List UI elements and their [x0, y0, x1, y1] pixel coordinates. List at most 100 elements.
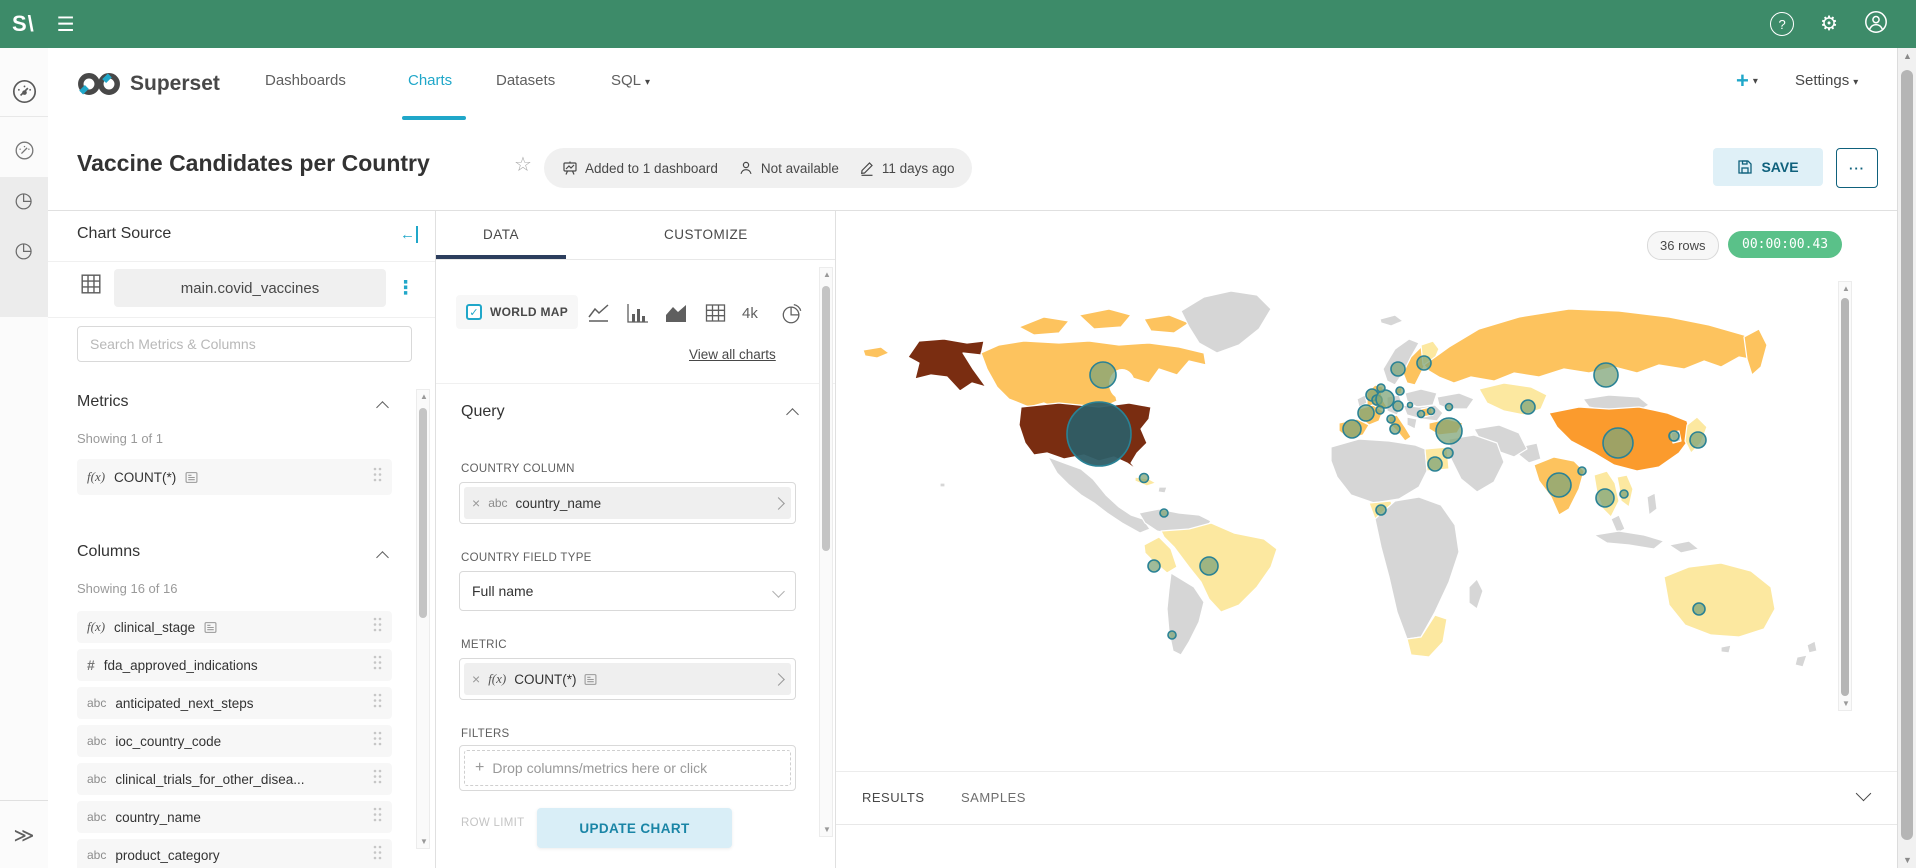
drag-handle-icon[interactable] [373, 807, 382, 827]
map-bubble[interactable] [1547, 473, 1571, 497]
chevron-up-icon[interactable] [786, 408, 799, 421]
map-bubble[interactable] [1603, 428, 1633, 458]
map-bubble[interactable] [1390, 424, 1400, 434]
scroll-down-arrow[interactable]: ▼ [820, 825, 834, 834]
last-modified-meta[interactable]: 11 days ago [859, 160, 955, 176]
map-bubble[interactable] [1443, 448, 1453, 458]
map-bubble[interactable] [1387, 415, 1395, 423]
map-country[interactable] [1479, 383, 1547, 415]
map-country[interactable] [1669, 541, 1699, 553]
drag-handle-icon[interactable] [373, 655, 382, 675]
area-chart-icon[interactable] [665, 303, 687, 328]
dashboards-meta[interactable]: Added to 1 dashboard [562, 160, 718, 176]
map-country[interactable] [1375, 497, 1459, 639]
map-country[interactable] [1744, 329, 1767, 375]
metric-item[interactable]: f(x) COUNT(*) [77, 459, 392, 495]
map-bubble[interactable] [1168, 631, 1176, 639]
map-scrollbar[interactable]: ▲ ▼ [1838, 281, 1852, 711]
map-country[interactable] [1019, 317, 1069, 335]
scroll-down-arrow[interactable]: ▼ [417, 837, 431, 846]
tab-results[interactable]: RESULTS [862, 790, 925, 805]
dataset-name[interactable]: main.covid_vaccines [114, 269, 386, 307]
tab-data[interactable]: DATA [483, 227, 519, 242]
chevron-up-icon[interactable] [376, 551, 389, 564]
map-country[interactable] [1158, 487, 1167, 493]
map-bubble[interactable] [1418, 411, 1425, 418]
map-country[interactable] [1807, 641, 1817, 653]
drag-handle-icon[interactable] [373, 693, 382, 713]
map-country[interactable] [1079, 309, 1131, 329]
map-bubble[interactable] [1200, 557, 1218, 575]
save-button[interactable]: SAVE [1713, 148, 1823, 186]
gear-icon[interactable]: ⚙ [1820, 14, 1838, 34]
map-bubble[interactable] [1596, 489, 1614, 507]
new-item-button[interactable]: +▾ [1736, 68, 1758, 94]
map-bubble[interactable] [1620, 490, 1628, 498]
column-item[interactable]: abc ioc_country_code [77, 725, 392, 757]
table-icon[interactable] [705, 303, 726, 328]
map-bubble[interactable] [1396, 387, 1404, 395]
settings-menu[interactable]: Settings▾ [1795, 72, 1858, 89]
map-country[interactable] [1594, 531, 1664, 549]
map-bubble[interactable] [1446, 404, 1453, 411]
user-avatar-icon[interactable] [1864, 10, 1888, 39]
map-bubble[interactable] [1358, 405, 1374, 421]
hamburger-menu-icon[interactable]: ☰ [57, 12, 75, 37]
favorite-star-icon[interactable]: ☆ [514, 152, 532, 177]
map-bubble[interactable] [1343, 420, 1361, 438]
map-bubble[interactable] [1376, 406, 1384, 414]
owner-meta[interactable]: Not available [738, 160, 839, 176]
scroll-down-arrow[interactable]: ▼ [1839, 699, 1853, 708]
map-country[interactable] [940, 483, 945, 487]
chevron-up-icon[interactable] [376, 401, 389, 414]
expand-rail-icon[interactable]: ≫ [0, 800, 48, 868]
column-item[interactable]: # fda_approved_indications [77, 649, 392, 681]
gauge-small-icon[interactable] [0, 140, 48, 161]
map-bubble[interactable] [1693, 603, 1705, 615]
metric-field[interactable]: × f(x) COUNT(*) [459, 658, 796, 700]
map-country[interactable] [1181, 291, 1271, 353]
search-input[interactable] [77, 326, 412, 362]
map-bubble[interactable] [1436, 418, 1462, 444]
map-country[interactable] [1647, 493, 1657, 515]
map-bubble[interactable] [1578, 467, 1586, 475]
nav-dashboards[interactable]: Dashboards [265, 72, 346, 89]
map-bubble[interactable] [1377, 384, 1385, 392]
chevron-right-icon[interactable] [774, 675, 783, 684]
pie-chart-icon[interactable] [0, 190, 48, 211]
map-bubble[interactable] [1690, 432, 1706, 448]
map-bubble[interactable] [1376, 390, 1394, 408]
map-country[interactable] [1469, 579, 1483, 609]
column-item[interactable]: abc anticipated_next_steps [77, 687, 392, 719]
country-column-field[interactable]: × abc country_name [459, 482, 796, 524]
pie-chart-icon[interactable] [781, 303, 803, 330]
dashboard-gauge-icon[interactable] [0, 78, 48, 105]
map-country[interactable] [1721, 645, 1731, 653]
map-bubble[interactable] [1408, 403, 1413, 408]
map-bubble[interactable] [1417, 356, 1431, 370]
map-country[interactable] [1449, 435, 1504, 492]
map-bubble[interactable] [1669, 431, 1679, 441]
nav-sql[interactable]: SQL▾ [611, 72, 650, 89]
remove-icon[interactable]: × [472, 671, 480, 687]
superset-glyph-logo[interactable]: S\ [12, 11, 35, 37]
scroll-up-arrow[interactable]: ▲ [1898, 51, 1916, 61]
map-country[interactable] [1331, 439, 1427, 503]
map-country[interactable] [1437, 393, 1474, 409]
map-country[interactable] [908, 339, 986, 391]
map-country[interactable] [1144, 315, 1189, 333]
country-field-type-select[interactable]: Full name [459, 571, 796, 611]
drag-handle-icon[interactable] [373, 467, 382, 487]
more-actions-button[interactable]: ··· [1836, 148, 1878, 188]
map-bubble[interactable] [1393, 401, 1403, 411]
drag-handle-icon[interactable] [373, 617, 382, 637]
map-bubble[interactable] [1594, 363, 1618, 387]
bar-chart-icon[interactable] [627, 303, 649, 328]
column-item[interactable]: abc clinical_trials_for_other_disea... [77, 763, 392, 795]
column-item[interactable]: abc product_category [77, 839, 392, 868]
drag-handle-icon[interactable] [373, 731, 382, 751]
scroll-up-arrow[interactable]: ▲ [1839, 284, 1853, 293]
map-country[interactable] [1407, 417, 1417, 429]
map-bubble[interactable] [1148, 560, 1160, 572]
map-country[interactable] [1380, 315, 1403, 326]
